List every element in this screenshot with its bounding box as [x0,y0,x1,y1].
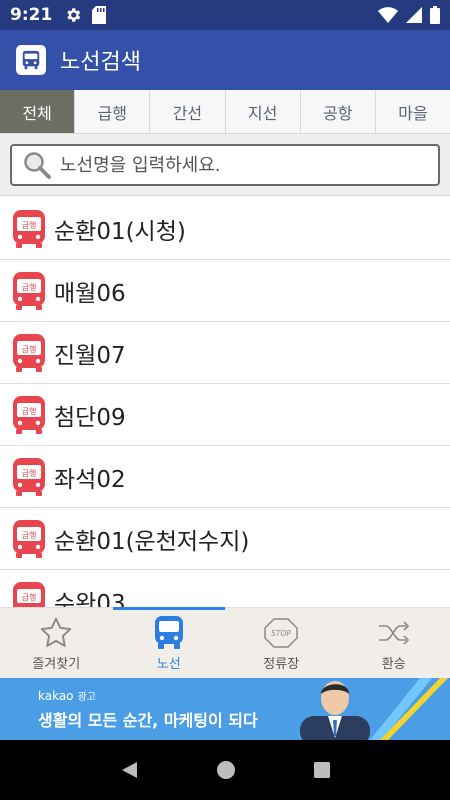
search-bar [0,134,450,196]
tab-village[interactable]: 마을 [376,90,450,133]
red-bus-icon: 급행 [13,271,45,310]
route-badge: 급행 [22,592,37,602]
route-name: 좌석02 [54,466,126,493]
sd-card-icon [92,6,107,24]
red-bus-icon: 급행 [13,209,45,248]
list-item[interactable]: 급행 진월07 [0,322,450,384]
red-bus-icon: 급행 [13,457,45,496]
list-item[interactable]: 급행 첨단09 [0,384,450,446]
ad-copy: 생활의 모든 순간, 마케팅이 되다 [38,711,258,730]
status-bar: 9:21 [0,0,450,30]
stop-sign-text: STOP [271,629,291,638]
star-icon [41,617,72,647]
ad-banner[interactable]: kakao 광고 생활의 모든 순간, 마케팅이 되다 [0,678,450,740]
route-badge: 급행 [22,344,37,354]
red-bus-icon: 급행 [13,333,45,372]
nav-favorites-label: 즐겨찾기 [32,656,81,672]
back-icon[interactable] [119,760,139,780]
route-name: 순환01(시청) [54,218,186,245]
red-bus-icon: 급행 [13,519,45,558]
tab-express[interactable]: 급행 [75,90,151,133]
wifi-icon [378,7,398,23]
route-name: 순환01(운천저수지) [54,528,250,555]
nav-transfer-label: 환승 [381,656,406,672]
recents-icon[interactable] [313,761,331,779]
route-badge: 급행 [22,220,37,230]
battery-icon [430,6,440,24]
route-badge: 급행 [22,282,37,292]
nav-stops-label: 정류장 [263,656,300,672]
bottom-nav: 즐겨찾기 노선 STOP 정류장 환승 [0,607,450,678]
search-box[interactable] [10,144,440,186]
nav-stops[interactable]: STOP 정류장 [225,608,338,678]
nav-routes-label: 노선 [156,656,181,672]
list-item[interactable]: 급행 좌석02 [0,446,450,508]
tab-branch[interactable]: 지선 [226,90,301,133]
list-item[interactable]: 급행 순환01(운천저수지) [0,508,450,570]
route-badge: 급행 [22,468,37,478]
route-badge: 급행 [22,530,37,540]
route-name: 진월07 [54,342,126,369]
system-nav-bar [0,740,450,800]
route-name: 수완03 [54,590,126,608]
nav-routes[interactable]: 노선 [113,608,226,678]
nav-transfer[interactable]: 환승 [338,608,450,678]
home-icon[interactable] [216,760,236,780]
ad-brand-name: kakao [38,689,74,703]
route-badge: 급행 [22,406,37,416]
bus-logo-icon [16,45,46,75]
red-bus-icon: 급행 [13,395,45,434]
ad-arrow-graphic [370,678,448,740]
ad-brand: kakao 광고 [38,688,258,703]
route-name: 첨단09 [54,404,126,431]
list-item[interactable]: 급행 매월06 [0,260,450,322]
red-bus-icon: 급행 [13,581,45,607]
bus-icon [154,615,183,649]
tab-trunk[interactable]: 간선 [150,90,226,133]
page-title: 노선검색 [60,50,141,75]
list-item[interactable]: 급행 수완03 [0,570,450,607]
app-bar: 노선검색 [0,30,450,90]
tab-airport[interactable]: 공항 [301,90,376,133]
status-time: 9:21 [10,5,53,25]
search-icon [24,152,51,179]
tab-all[interactable]: 전체 [0,90,76,133]
list-item[interactable]: 급행 순환01(시청) [0,198,450,260]
nav-favorites[interactable]: 즐겨찾기 [0,608,113,678]
ad-person-image [300,681,370,740]
route-type-tabs: 전체 급행 간선 지선 공항 마을 [0,90,450,134]
route-name: 매월06 [54,280,126,307]
route-list[interactable]: 급행 순환01(시청) 급행 매월06 급행 진월07 급행 첨단09 급행 좌… [0,198,450,607]
active-nav-indicator [113,607,225,610]
shuffle-icon [378,620,409,645]
settings-gear-icon [67,8,81,22]
ad-tag: 광고 [77,692,96,703]
stop-sign-icon: STOP [264,617,298,648]
signal-icon [406,7,422,23]
search-input[interactable] [60,154,420,176]
